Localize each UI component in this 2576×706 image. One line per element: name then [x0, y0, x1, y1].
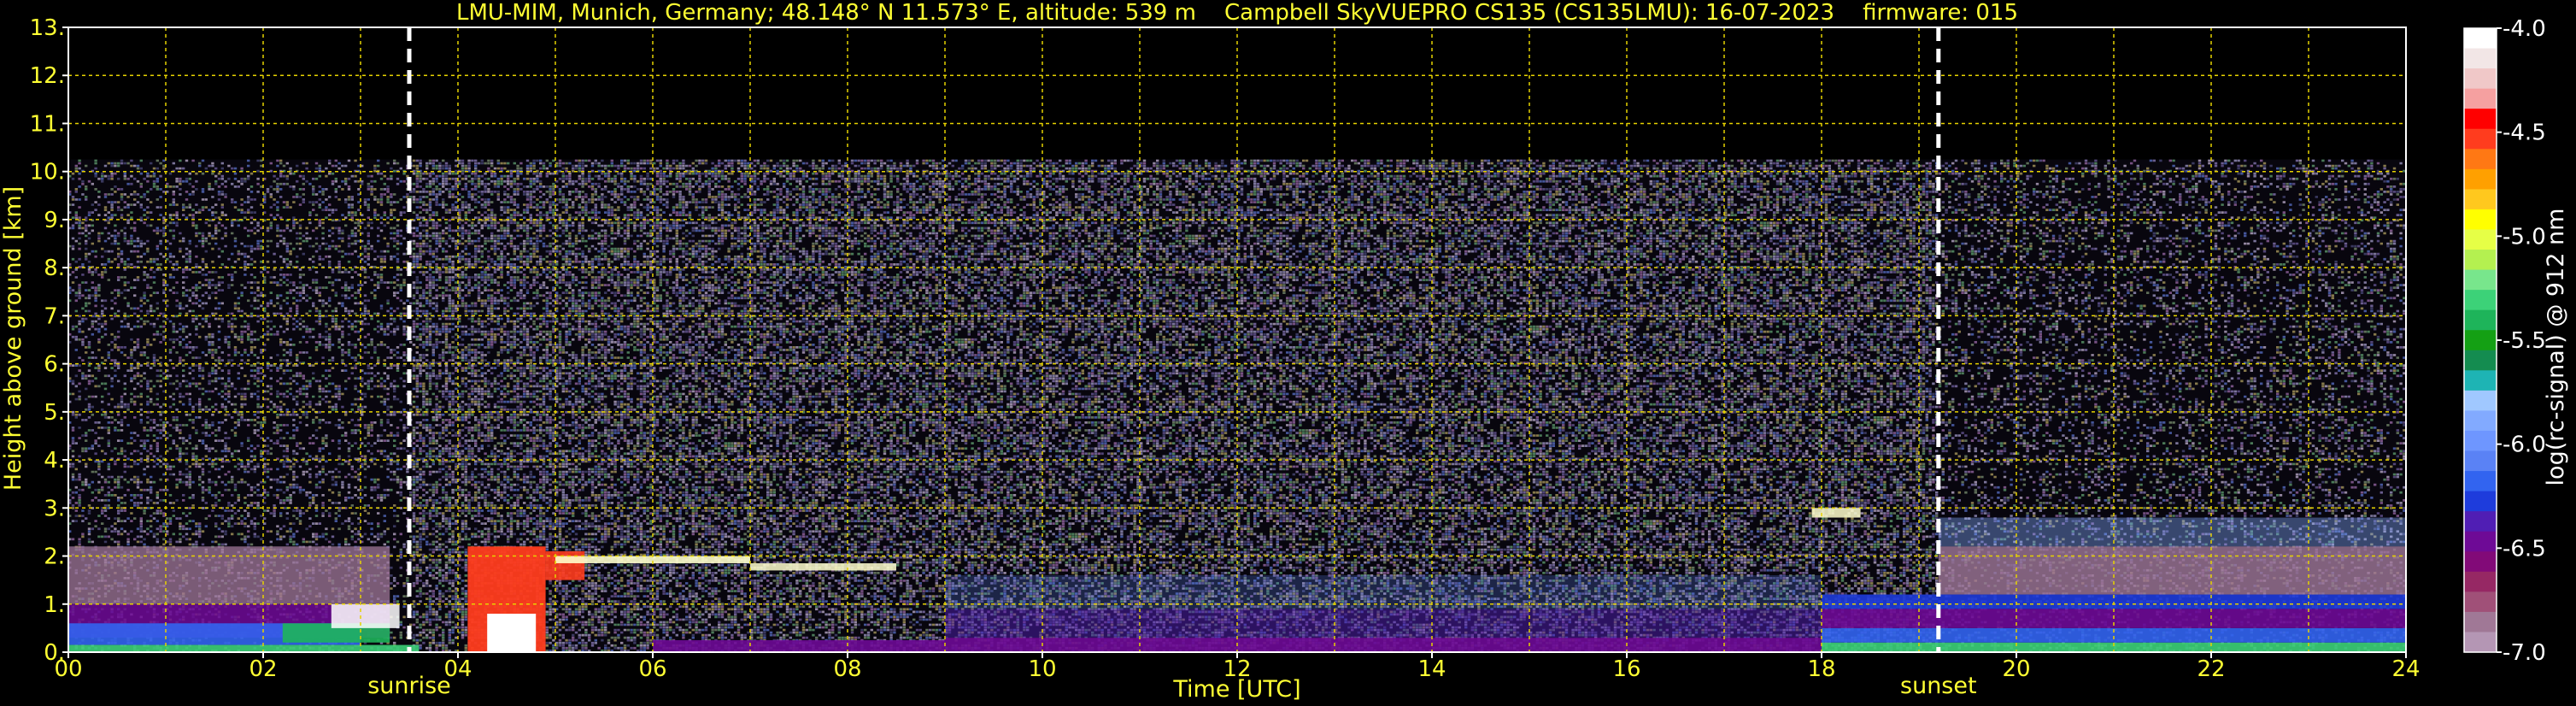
colorbar-swatch: [2464, 229, 2497, 250]
colorbar-label: log(rc-signal) @ 912 nm: [2543, 209, 2569, 486]
residual-layer: [1938, 546, 2406, 595]
x-tick-label: 16: [1612, 656, 1640, 682]
x-tick-label: 02: [249, 656, 277, 682]
sun-marker-label: sunset: [1900, 673, 1977, 699]
x-tick-label: 04: [443, 656, 472, 682]
colorbar-swatch: [2464, 128, 2497, 150]
y-tick-label: 11.: [30, 111, 65, 137]
x-axis-label: Time [UTC]: [1172, 676, 1300, 703]
x-tick-label: 14: [1417, 656, 1446, 682]
y-tick-label: 12.: [30, 63, 65, 89]
y-tick-label: 10.: [30, 160, 65, 185]
y-tick-label: 3.: [44, 496, 65, 521]
colorbar-tick-label: -5.5: [2503, 328, 2546, 354]
colorbar-swatch: [2464, 209, 2497, 231]
colorbar-tick-label: -6.0: [2503, 432, 2546, 458]
surface-layer-bottom: [68, 644, 420, 652]
y-tick-label: 4.: [44, 448, 65, 474]
colorbar-swatch: [2464, 370, 2497, 391]
y-axis-label: Height above ground [km]: [0, 186, 26, 491]
colorbar-swatch: [2464, 471, 2497, 492]
colorbar-swatch: [2464, 168, 2497, 190]
x-tick-label: 22: [2197, 656, 2225, 682]
boundary-layer: [945, 609, 1822, 638]
colorbar-swatch: [2464, 88, 2497, 109]
colorbar-swatch: [2464, 571, 2497, 592]
layer-top: [750, 562, 896, 571]
colorbar-tick-label: -4.5: [2503, 121, 2546, 146]
x-tick-label: 24: [2391, 656, 2420, 682]
colorbar-swatch: [2464, 551, 2497, 573]
colorbar-swatch: [2464, 290, 2497, 311]
colorbar-swatch: [2464, 28, 2497, 50]
y-tick-label: 7.: [44, 303, 65, 329]
colorbar-swatch: [2464, 269, 2497, 291]
surface-layer: [653, 639, 945, 652]
x-tick-label: 20: [2002, 656, 2030, 682]
cloud-core: [487, 614, 537, 652]
colorbar-swatch: [2464, 491, 2497, 512]
residual-layer-top: [1938, 517, 2406, 547]
elevated-layer: [1811, 508, 1861, 518]
colorbar-swatch: [2464, 109, 2497, 130]
colorbar-swatch: [2464, 48, 2497, 69]
y-tick-label: 0.: [44, 640, 65, 666]
colorbar-swatch: [2464, 591, 2497, 613]
colorbar-swatch: [2464, 430, 2497, 452]
colorbar-swatch: [2464, 350, 2497, 371]
colorbar-swatch: [2464, 309, 2497, 331]
ceilometer-chart: LMU-MIM, Munich, Germany; 48.148° N 11.5…: [0, 0, 2576, 706]
x-tick-label: 06: [638, 656, 666, 682]
residual-layer: [68, 546, 390, 604]
y-tick-label: 13.: [30, 15, 65, 41]
colorbar-swatch: [2464, 250, 2497, 271]
colorbar-swatch: [2464, 330, 2497, 351]
colorbar-tick-label: -5.0: [2503, 224, 2546, 250]
colorbar-swatch: [2464, 632, 2497, 653]
y-tick-label: 9.: [44, 208, 65, 233]
colorbar-swatch: [2464, 410, 2497, 432]
colorbar-tick-label: -7.0: [2503, 640, 2546, 666]
sun-marker-label: sunrise: [367, 673, 451, 699]
y-tick-label: 2.: [44, 544, 65, 570]
mixing-top: [331, 603, 400, 628]
colorbar-swatch: [2464, 149, 2497, 170]
cloud: [545, 550, 585, 580]
y-tick-label: 1.: [44, 592, 65, 618]
x-tick-label: 08: [833, 656, 861, 682]
y-tick-label: 6.: [44, 352, 65, 378]
colorbar-tick-label: -6.5: [2503, 536, 2546, 562]
colorbar-swatch: [2464, 390, 2497, 412]
colorbar-swatch: [2464, 68, 2497, 90]
colorbar-swatch: [2464, 189, 2497, 210]
chart-title: LMU-MIM, Munich, Germany; 48.148° N 11.5…: [456, 0, 2018, 26]
colorbar-swatch: [2464, 511, 2497, 532]
surface-layer: [945, 638, 1822, 652]
colorbar-swatch: [2464, 611, 2497, 633]
y-tick-label: 8.: [44, 256, 65, 281]
y-tick-label: 5.: [44, 400, 65, 426]
colorbar-swatch: [2464, 450, 2497, 472]
x-tick-label: 18: [1807, 656, 1835, 682]
colorbar-swatch: [2464, 531, 2497, 552]
colorbar-tick-label: -4.0: [2503, 16, 2546, 42]
x-tick-label: 10: [1028, 656, 1056, 682]
